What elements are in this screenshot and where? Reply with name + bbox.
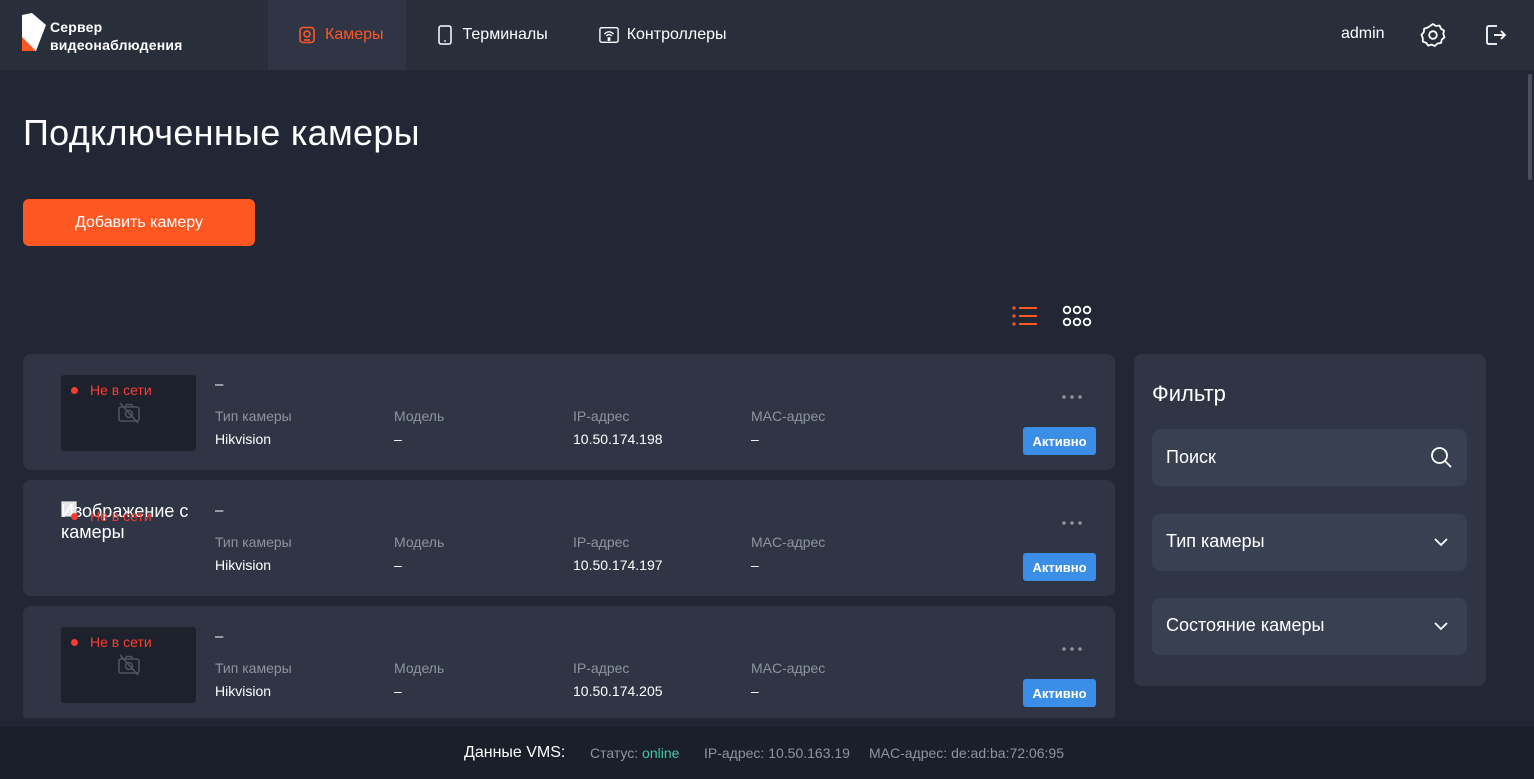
controller-icon	[598, 25, 619, 45]
no-camera-icon	[118, 402, 140, 424]
camera-model-value: –	[394, 683, 402, 699]
camera-type-value: Hikvision	[215, 431, 272, 447]
camera-model-label: Модель	[394, 660, 445, 676]
more-options-icon[interactable]	[1061, 394, 1083, 400]
vms-data-label: Данные VMS:	[464, 744, 566, 761]
vms-mac: MAC-адрес: de:ad:ba:72:06:95	[869, 745, 1064, 761]
vms-ip-label: IP-адрес:	[704, 745, 765, 761]
search-icon[interactable]	[1429, 445, 1453, 469]
chevron-down-icon	[1434, 622, 1448, 631]
filter-title: Фильтр	[1152, 381, 1226, 406]
camera-model-label: Модель	[394, 408, 445, 424]
offline-status-label: Не в сети	[90, 508, 152, 524]
vms-ip: IP-адрес: 10.50.163.19	[704, 745, 850, 761]
gear-icon[interactable]	[1420, 22, 1446, 48]
camera-type-label: Тип камеры	[215, 408, 292, 424]
status-badge: Активно	[1023, 427, 1096, 455]
camera-mac-value: –	[751, 431, 759, 447]
camera-name: –	[215, 628, 224, 645]
vms-status-label: Статус:	[590, 745, 639, 761]
camera-state-dropdown[interactable]: Состояние камеры	[1152, 598, 1467, 655]
list-view-icon[interactable]	[1011, 303, 1039, 329]
top-bar: Сервер видеонаблюдения Камеры Терминалы …	[0, 0, 1534, 70]
camera-ip-label: IP-адрес	[573, 660, 630, 676]
vms-ip-value: 10.50.163.19	[768, 745, 850, 761]
camera-list: Не в сети – Тип камеры Модель IP-адрес M…	[23, 354, 1115, 718]
camera-ip-value: 10.50.174.205	[573, 683, 663, 699]
camera-mac-value: –	[751, 557, 759, 573]
vms-status-value: online	[642, 745, 680, 761]
offline-status-label: Не в сети	[90, 634, 152, 650]
nav-item-controllers[interactable]: Контроллеры	[570, 0, 749, 70]
camera-type-dropdown[interactable]: Тип камеры	[1152, 514, 1467, 571]
camera-type-label: Тип камеры	[215, 660, 292, 676]
logout-icon[interactable]	[1483, 22, 1509, 48]
camera-mac-value: –	[751, 683, 759, 699]
offline-status-dot	[71, 639, 78, 646]
nav-item-label: Терминалы	[462, 26, 548, 43]
page-title: Подключенные камеры	[23, 112, 420, 153]
camera-ip-label: IP-адрес	[573, 534, 630, 550]
page-scrollbar[interactable]	[1528, 74, 1532, 180]
app-name: Сервер видеонаблюдения	[50, 18, 183, 54]
search-field[interactable]	[1152, 429, 1467, 486]
vms-mac-label: MAC-адрес:	[869, 745, 948, 761]
app-logo[interactable]: Сервер видеонаблюдения	[22, 13, 183, 54]
nav-item-cameras[interactable]: Камеры	[268, 0, 406, 70]
camera-mac-label: MAC-адрес	[751, 408, 826, 424]
vms-mac-value: de:ad:ba:72:06:95	[951, 745, 1064, 761]
camera-thumbnail[interactable]: Не в сети	[61, 627, 196, 703]
add-camera-button[interactable]: Добавить камеру	[23, 199, 255, 246]
camera-model-value: –	[394, 557, 402, 573]
camera-model-label: Модель	[394, 534, 445, 550]
camera-ip-value: 10.50.174.197	[573, 557, 663, 573]
camera-icon	[297, 25, 317, 45]
more-options-icon[interactable]	[1061, 520, 1083, 526]
camera-card[interactable]: Не в сети – Тип камеры Модель IP-адрес M…	[23, 606, 1115, 718]
vms-status: Статус: online	[590, 745, 679, 761]
nav-item-label: Контроллеры	[626, 26, 727, 43]
camera-name: –	[215, 502, 224, 519]
camera-thumbnail[interactable]: Не в сети	[61, 375, 196, 451]
app-name-line1: Сервер	[50, 19, 103, 35]
logo-icon	[22, 13, 46, 51]
camera-type-value: Hikvision	[215, 557, 272, 573]
status-badge: Активно	[1023, 679, 1096, 707]
search-input[interactable]	[1152, 429, 1467, 486]
no-camera-icon	[118, 654, 140, 676]
app-name-line2: видеонаблюдения	[50, 37, 183, 53]
more-options-icon[interactable]	[1061, 646, 1083, 652]
tablet-icon	[435, 25, 455, 45]
camera-card[interactable]: Не в сети – Тип камеры Модель IP-адрес M…	[23, 354, 1115, 470]
grid-view-icon[interactable]	[1062, 303, 1092, 329]
camera-mac-label: MAC-адрес	[751, 660, 826, 676]
camera-thumbnail[interactable]: Изображение с камеры Не в сети	[61, 501, 196, 577]
offline-status-dot	[71, 513, 78, 520]
camera-model-value: –	[394, 431, 402, 447]
camera-ip-label: IP-адрес	[573, 408, 630, 424]
camera-type-value: Hikvision	[215, 683, 272, 699]
vms-status-footer: Данные VMS: Статус: online IP-адрес: 10.…	[0, 726, 1534, 779]
status-badge: Активно	[1023, 553, 1096, 581]
username[interactable]: admin	[1341, 25, 1385, 43]
chevron-down-icon	[1434, 538, 1448, 547]
nav-item-terminals[interactable]: Терминалы	[406, 0, 570, 70]
filter-panel: Фильтр Тип камеры Состояние камеры	[1134, 354, 1486, 686]
camera-mac-label: MAC-адрес	[751, 534, 826, 550]
offline-status-label: Не в сети	[90, 382, 152, 398]
camera-type-dropdown-label: Тип камеры	[1166, 531, 1265, 551]
main-nav: Камеры Терминалы Контроллеры	[268, 0, 749, 70]
camera-ip-value: 10.50.174.198	[573, 431, 663, 447]
camera-card[interactable]: Изображение с камеры Не в сети – Тип кам…	[23, 480, 1115, 596]
camera-name: –	[215, 376, 224, 393]
camera-type-label: Тип камеры	[215, 534, 292, 550]
offline-status-dot	[71, 387, 78, 394]
nav-item-label: Камеры	[325, 26, 384, 43]
camera-state-dropdown-label: Состояние камеры	[1166, 615, 1325, 635]
